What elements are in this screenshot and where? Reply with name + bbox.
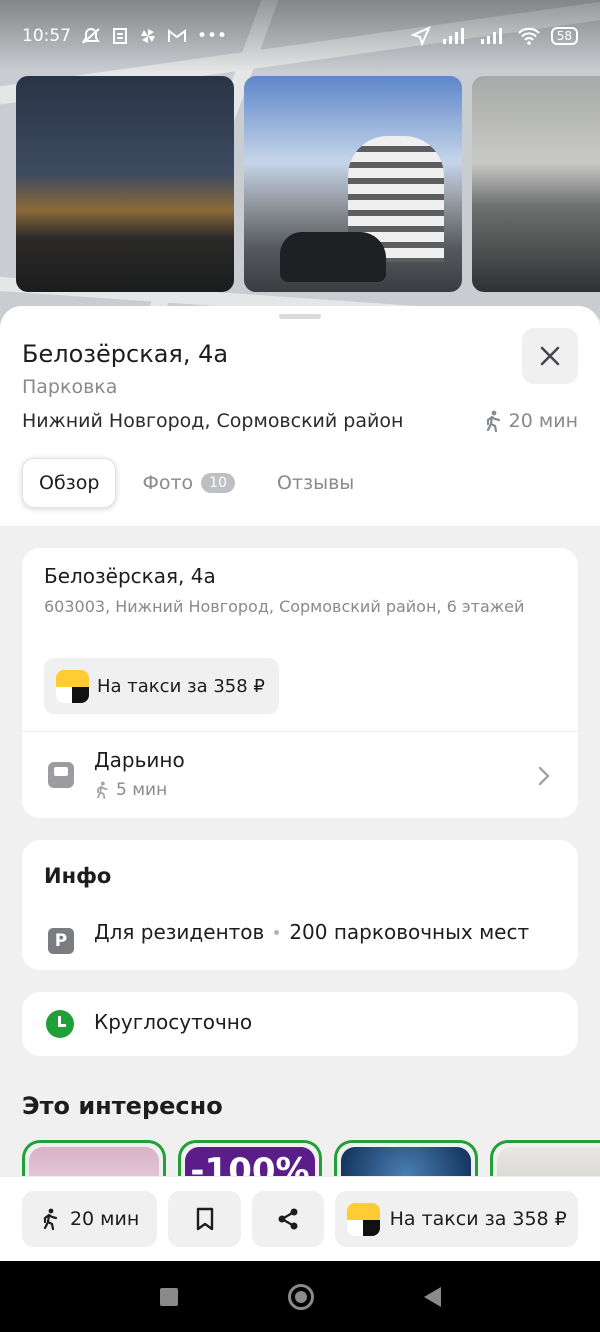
- status-bar: 10:57 ••• 58: [0, 0, 600, 72]
- place-photo[interactable]: [472, 76, 600, 292]
- taxi-action-button[interactable]: На такси за 358 ₽: [335, 1191, 578, 1247]
- taxi-action-label: На такси за 358 ₽: [389, 1208, 567, 1230]
- taxi-label: На такси за 358 ₽: [97, 675, 265, 697]
- bookmark-button[interactable]: [168, 1191, 241, 1247]
- place-locality: Нижний Новгород, Сормовский район: [22, 410, 404, 432]
- signal-icon: [442, 28, 464, 44]
- home-button[interactable]: [287, 1283, 314, 1310]
- taxi-button[interactable]: На такси за 358 ₽: [44, 658, 279, 714]
- stop-walk-label: 5 мин: [116, 780, 168, 800]
- route-walk-button[interactable]: 20 мин: [22, 1191, 158, 1247]
- place-header: Белозёрская, 4а Парковка Нижний Новгород…: [0, 306, 600, 526]
- share-button[interactable]: [251, 1191, 325, 1247]
- place-category: Парковка: [22, 376, 118, 398]
- tab-label: Отзывы: [276, 472, 355, 494]
- sheet-grab-handle[interactable]: [279, 314, 321, 319]
- hours-label: Круглосуточно: [94, 1010, 253, 1034]
- hours-card[interactable]: Круглосуточно: [22, 992, 578, 1056]
- walk-icon: [43, 1208, 58, 1231]
- place-title: Белозёрская, 4а: [22, 340, 229, 368]
- notification-muted-icon: [82, 27, 100, 44]
- address-title: Белозёрская, 4а: [44, 564, 216, 588]
- info-access: Для резидентов: [94, 920, 265, 944]
- chevron-right-icon: [538, 766, 550, 786]
- walk-time[interactable]: 20 мин: [483, 410, 578, 432]
- status-time: 10:57: [22, 26, 71, 46]
- address-card: Белозёрская, 4а 603003, Нижний Новгород,…: [22, 548, 578, 818]
- info-heading: Инфо: [44, 864, 112, 888]
- action-bar: 20 мин На такси за 358 ₽: [0, 1176, 600, 1261]
- info-card: Инфо P Для резидентов 200 парковочных ме…: [22, 840, 578, 970]
- back-button[interactable]: [423, 1286, 441, 1307]
- document-icon: [113, 28, 127, 44]
- tab-overview[interactable]: Обзор: [22, 458, 117, 508]
- taxi-icon: [56, 669, 89, 703]
- place-photo[interactable]: [244, 76, 462, 292]
- map-view[interactable]: 10:57 ••• 58: [0, 0, 600, 340]
- walk-icon: [97, 781, 108, 799]
- walk-time-label: 20 мин: [508, 410, 578, 432]
- place-photo[interactable]: [16, 76, 234, 292]
- info-line: Для резидентов 200 парковочных мест: [94, 920, 529, 944]
- location-arrow-icon: [410, 26, 431, 46]
- transit-stop-row[interactable]: Дарьино 5 мин: [22, 732, 578, 818]
- parking-icon: P: [48, 928, 74, 954]
- place-card-sheet: Белозёрская, 4а Парковка Нижний Новгород…: [0, 306, 600, 1261]
- info-capacity: 200 парковочных мест: [289, 920, 530, 944]
- walk-button-label: 20 мин: [69, 1208, 140, 1230]
- recents-button[interactable]: [159, 1287, 178, 1306]
- gmail-icon: [168, 29, 186, 42]
- photo-car: [280, 232, 386, 282]
- tab-photos[interactable]: Фото 10: [126, 459, 251, 507]
- interest-heading: Это интересно: [22, 1092, 223, 1120]
- taxi-icon: [346, 1202, 380, 1236]
- photo-carousel[interactable]: [16, 76, 600, 292]
- wifi-icon: [517, 27, 540, 45]
- stop-walk-time: 5 мин: [94, 780, 167, 800]
- tab-label: Обзор: [39, 472, 100, 494]
- close-icon: [540, 346, 560, 366]
- stop-name: Дарьино: [94, 748, 185, 772]
- battery-icon: 58: [550, 27, 578, 45]
- close-button[interactable]: [522, 328, 578, 384]
- signal-icon: [480, 28, 502, 44]
- pinwheel-icon: [141, 29, 155, 43]
- more-notifications-icon: •••: [197, 26, 228, 46]
- photo-count-badge: 10: [201, 473, 235, 493]
- tabs: Обзор Фото 10 Отзывы: [22, 458, 370, 508]
- tab-reviews[interactable]: Отзывы: [261, 459, 370, 507]
- walk-icon: [486, 410, 500, 432]
- share-icon: [278, 1208, 298, 1230]
- address-full: 603003, Нижний Новгород, Сормовский райо…: [44, 597, 525, 616]
- separator-dot: [274, 929, 280, 935]
- bus-icon: [48, 762, 74, 788]
- clock-icon: [46, 1010, 74, 1038]
- system-nav-bar: [0, 1261, 600, 1332]
- tab-label: Фото: [142, 472, 194, 494]
- bookmark-icon: [196, 1207, 213, 1231]
